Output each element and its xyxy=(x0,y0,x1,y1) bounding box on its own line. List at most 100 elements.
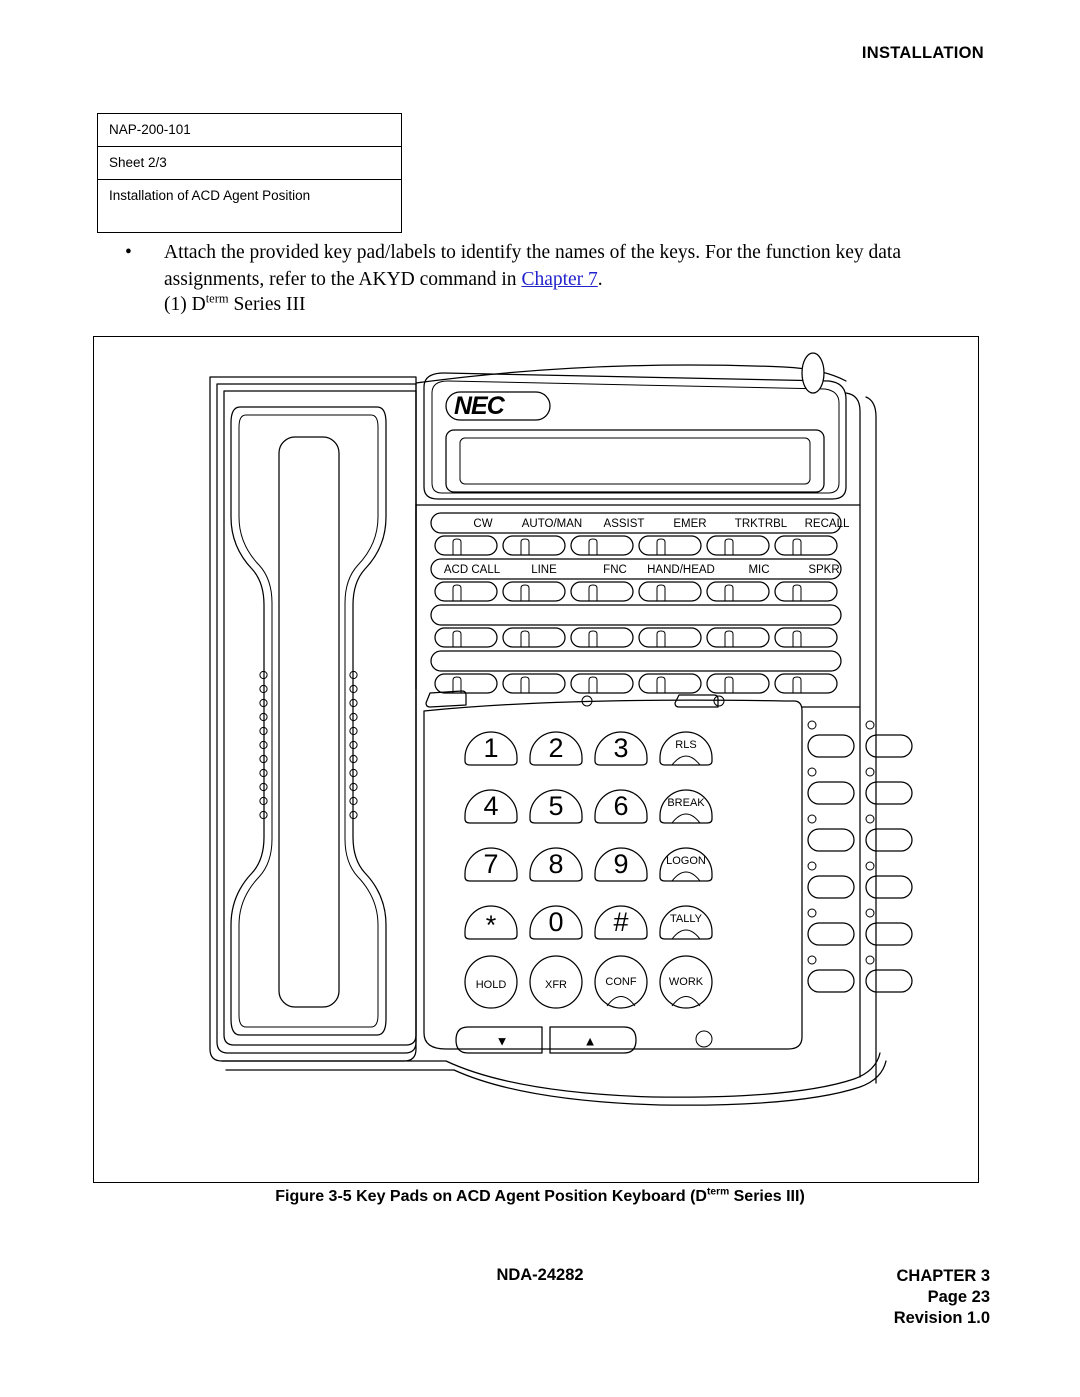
function-key xyxy=(570,673,634,694)
function-key-label-spkr: SPKR xyxy=(808,564,839,576)
keypad-key-label: 9 xyxy=(613,849,628,879)
lcd-display-bezel xyxy=(445,429,825,493)
subitem-dterm-series-iii: (1) Dterm Series III xyxy=(164,292,305,318)
function-label-strip-row4 xyxy=(430,650,842,672)
keypad-key-1[interactable]: 1 xyxy=(464,731,518,766)
figure-caption-prefix: Figure 3-5 Key Pads on ACD Agent Positio… xyxy=(275,1188,707,1205)
function-key-area: CW AUTO/MAN ASSIST EMER TRKTRBL RECALL A… xyxy=(415,504,861,707)
line-key[interactable] xyxy=(865,861,913,899)
line-key[interactable] xyxy=(807,908,855,946)
keypad-key-4[interactable]: 4 xyxy=(464,789,518,824)
instruction-bullet-block: • Attach the provided key pad/labels to i… xyxy=(118,240,1006,293)
handset xyxy=(230,406,387,1036)
function-key-row-4 xyxy=(434,673,838,694)
keypad-key-label: TALLY xyxy=(670,913,703,925)
function-key xyxy=(638,581,702,602)
figure-3-5-frame: NEC CW AUTO/MAN ASSIST EMER TRKTRBL RECA… xyxy=(93,336,979,1183)
keypad-key-6[interactable]: 6 xyxy=(594,789,648,824)
keypad-key-rls[interactable]: RLS xyxy=(659,731,713,766)
keypad-key-work[interactable]: WORK xyxy=(659,955,713,1009)
function-key xyxy=(774,627,838,648)
line-key[interactable] xyxy=(865,955,913,993)
function-key xyxy=(570,627,634,648)
line-key[interactable] xyxy=(807,955,855,993)
antenna-nub-icon xyxy=(801,352,825,394)
function-key xyxy=(706,535,770,556)
function-key-row-3 xyxy=(434,627,838,648)
keypad-key-5[interactable]: 5 xyxy=(529,789,583,824)
function-key-label-assist: ASSIST xyxy=(604,518,645,530)
line-key[interactable] xyxy=(865,908,913,946)
chapter-7-link[interactable]: Chapter 7 xyxy=(521,269,597,290)
page-running-header: INSTALLATION xyxy=(861,44,984,62)
line-key-column-left xyxy=(807,720,855,993)
keypad-key-label: 1 xyxy=(483,733,498,763)
keypad-key-8[interactable]: 8 xyxy=(529,847,583,882)
function-key-label-mic: MIC xyxy=(748,564,769,576)
keypad-key-tally[interactable]: TALLY xyxy=(659,905,713,940)
figure-caption-suffix: Series III) xyxy=(729,1188,805,1205)
line-key[interactable] xyxy=(865,767,913,805)
function-key-row-1 xyxy=(434,535,838,556)
nap-table-row-number: NAP-200-101 xyxy=(98,114,401,147)
footer-revision: Revision 1.0 xyxy=(893,1309,990,1327)
keypad-key-label: 4 xyxy=(483,791,498,821)
nec-logo-text: NEC xyxy=(454,392,506,420)
handset-cradle xyxy=(209,376,417,1062)
function-key xyxy=(638,627,702,648)
subitem-prefix: (1) D xyxy=(164,294,206,315)
keypad-key-label: 6 xyxy=(613,791,628,821)
line-key-panel xyxy=(801,706,913,993)
nap-table-row-sheet: Sheet 2/3 xyxy=(98,147,401,180)
function-key-label-fnc: FNC xyxy=(603,564,627,576)
function-key xyxy=(774,581,838,602)
keypad-key-label: 2 xyxy=(548,733,563,763)
keypad-key-2[interactable]: 2 xyxy=(529,731,583,766)
indicator-hole-right-icon xyxy=(713,695,725,707)
function-key xyxy=(502,581,566,602)
nap-table-row-title: Installation of ACD Agent Position xyxy=(109,188,311,203)
keypad-key-7[interactable]: 7 xyxy=(464,847,518,882)
line-key[interactable] xyxy=(865,720,913,758)
keypad-key-9[interactable]: 9 xyxy=(594,847,648,882)
keypad-key-label: RLS xyxy=(675,739,696,751)
lcd-display-screen xyxy=(459,437,811,485)
volume-up-icon: ▲ xyxy=(584,1034,597,1049)
function-key xyxy=(570,535,634,556)
line-key-column-right xyxy=(865,720,913,993)
function-key-label-trktrbl: TRKTRBL xyxy=(735,518,788,530)
function-key xyxy=(706,627,770,648)
line-key[interactable] xyxy=(807,814,855,852)
figure-caption-superscript: term xyxy=(706,1186,730,1198)
nap-info-table: NAP-200-101 Sheet 2/3 Installation of AC… xyxy=(97,113,402,233)
line-key[interactable] xyxy=(807,720,855,758)
line-key[interactable] xyxy=(807,767,855,805)
keypad-key-xfr[interactable]: XFR xyxy=(529,955,583,1009)
keypad-key-3[interactable]: 3 xyxy=(594,731,648,766)
keypad-key-0[interactable]: 0 xyxy=(529,905,583,940)
keypad-key-label: 8 xyxy=(548,849,563,879)
keypad-key-label: # xyxy=(613,907,628,937)
function-key xyxy=(706,673,770,694)
function-key xyxy=(434,581,498,602)
microphone-hole-icon xyxy=(695,1030,713,1048)
footer-right-block: CHAPTER 3 Page 23 Revision 1.0 xyxy=(894,1266,990,1329)
keypad-key-conf[interactable]: CONF xyxy=(594,955,648,1009)
keypad-key-hold[interactable]: HOLD xyxy=(464,955,518,1009)
keypad-key-label: LOGON xyxy=(666,855,706,867)
function-key-label-hand-head: HAND/HEAD xyxy=(647,564,715,576)
keypad-key-label: BREAK xyxy=(667,797,705,809)
line-key[interactable] xyxy=(865,814,913,852)
keypad-key-break[interactable]: BREAK xyxy=(659,789,713,824)
keypad-key-label: 5 xyxy=(548,791,563,821)
line-key[interactable] xyxy=(807,861,855,899)
dterm-phone-diagram: NEC CW AUTO/MAN ASSIST EMER TRKTRBL RECA… xyxy=(209,352,913,1106)
figure-caption: Figure 3-5 Key Pads on ACD Agent Positio… xyxy=(0,1186,1080,1206)
footer-page: Page 23 xyxy=(927,1288,990,1306)
keypad-key-hash[interactable]: # xyxy=(594,905,648,940)
function-key xyxy=(502,627,566,648)
function-key xyxy=(502,673,566,694)
function-key-label-line: LINE xyxy=(531,564,557,576)
keypad-key-logon[interactable]: LOGON xyxy=(659,847,713,882)
keypad-key-star[interactable]: * xyxy=(464,905,518,940)
